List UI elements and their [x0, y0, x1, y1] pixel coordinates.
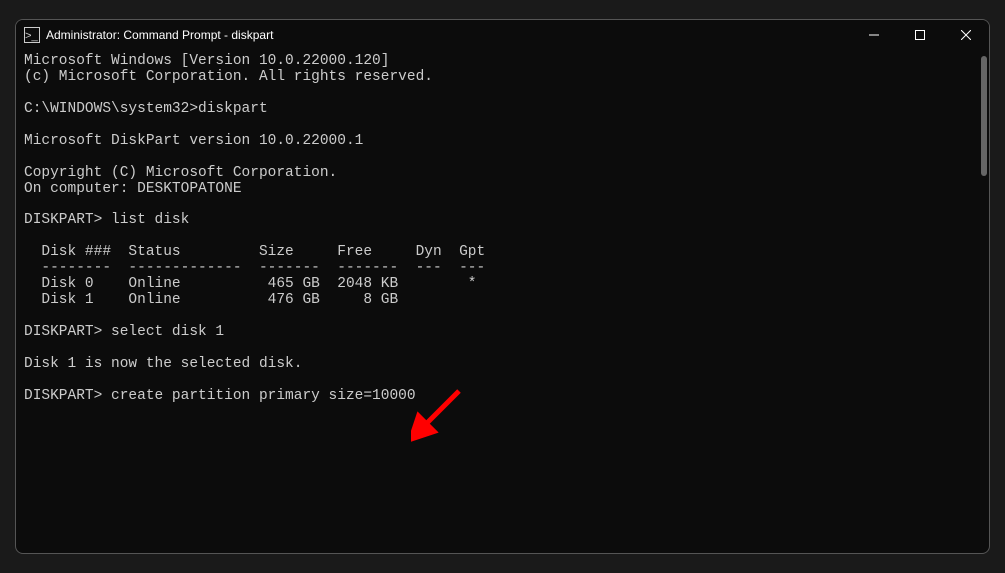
close-button[interactable] — [943, 20, 989, 50]
terminal-output[interactable]: Microsoft Windows [Version 10.0.22000.12… — [16, 50, 989, 553]
titlebar[interactable]: >_ Administrator: Command Prompt - diskp… — [16, 20, 989, 50]
scrollbar-thumb[interactable] — [981, 56, 987, 176]
terminal-content-wrapper: Microsoft Windows [Version 10.0.22000.12… — [16, 50, 989, 553]
maximize-button[interactable] — [897, 20, 943, 50]
minimize-button[interactable] — [851, 20, 897, 50]
window-controls — [851, 20, 989, 49]
window-title: Administrator: Command Prompt - diskpart — [46, 28, 851, 42]
cmd-icon: >_ — [24, 27, 40, 43]
svg-text:>_: >_ — [25, 30, 39, 42]
command-prompt-window: >_ Administrator: Command Prompt - diskp… — [15, 19, 990, 554]
